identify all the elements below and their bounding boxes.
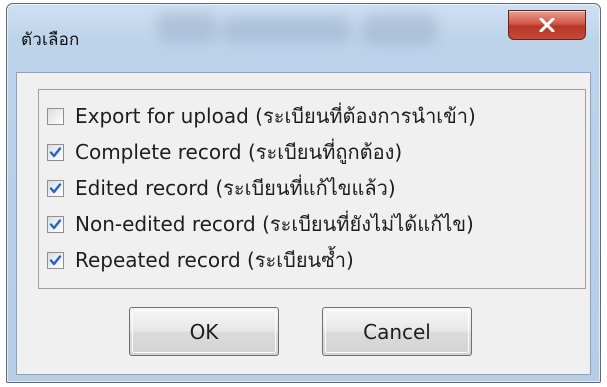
record-options-group: Export for upload (ระเบียนที่ต้องการนำเข… xyxy=(38,89,586,289)
option-export-for-upload[interactable]: Export for upload (ระเบียนที่ต้องการนำเข… xyxy=(47,98,476,134)
option-label: Repeated record (ระเบียนซ้ำ) xyxy=(75,248,354,272)
check-icon xyxy=(49,218,62,229)
ok-button[interactable]: OK xyxy=(129,307,279,356)
dialog-title: ตัวเลือก xyxy=(21,30,80,50)
option-repeated-record[interactable]: Repeated record (ระเบียนซ้ำ) xyxy=(47,242,354,278)
option-label: Complete record (ระเบียนที่ถูกต้อง) xyxy=(75,140,403,164)
option-complete-record[interactable]: Complete record (ระเบียนที่ถูกต้อง) xyxy=(47,134,402,170)
close-icon xyxy=(539,18,555,32)
title-bar[interactable]: ตัวเลือก xyxy=(7,4,600,72)
option-label: Non-edited record (ระเบียนที่ยังไม่ได้แก… xyxy=(75,212,474,236)
option-label: Edited record (ระเบียนที่แก้ไขแล้ว) xyxy=(75,176,396,200)
ok-button-label: OK xyxy=(189,319,219,344)
options-dialog: ตัวเลือก Export for upload (ระเบียนที่ต้… xyxy=(6,3,601,383)
background-blur xyxy=(222,16,352,42)
complete-record-checkbox[interactable] xyxy=(47,143,64,161)
check-icon xyxy=(49,254,62,265)
check-icon xyxy=(49,182,62,193)
background-blur xyxy=(362,14,437,44)
export-for-upload-checkbox[interactable] xyxy=(47,107,64,125)
close-button[interactable] xyxy=(508,10,586,40)
option-edited-record[interactable]: Edited record (ระเบียนที่แก้ไขแล้ว) xyxy=(47,170,396,206)
non-edited-record-checkbox[interactable] xyxy=(47,215,64,233)
repeated-record-checkbox[interactable] xyxy=(47,251,64,269)
background-blur xyxy=(157,12,217,42)
check-icon xyxy=(49,146,62,157)
option-label: Export for upload (ระเบียนที่ต้องการนำเข… xyxy=(75,104,476,128)
cancel-button[interactable]: Cancel xyxy=(322,307,472,356)
dialog-body: Export for upload (ระเบียนที่ต้องการนำเข… xyxy=(16,72,591,375)
cancel-button-label: Cancel xyxy=(363,319,431,344)
option-non-edited-record[interactable]: Non-edited record (ระเบียนที่ยังไม่ได้แก… xyxy=(47,206,474,242)
edited-record-checkbox[interactable] xyxy=(47,179,64,197)
